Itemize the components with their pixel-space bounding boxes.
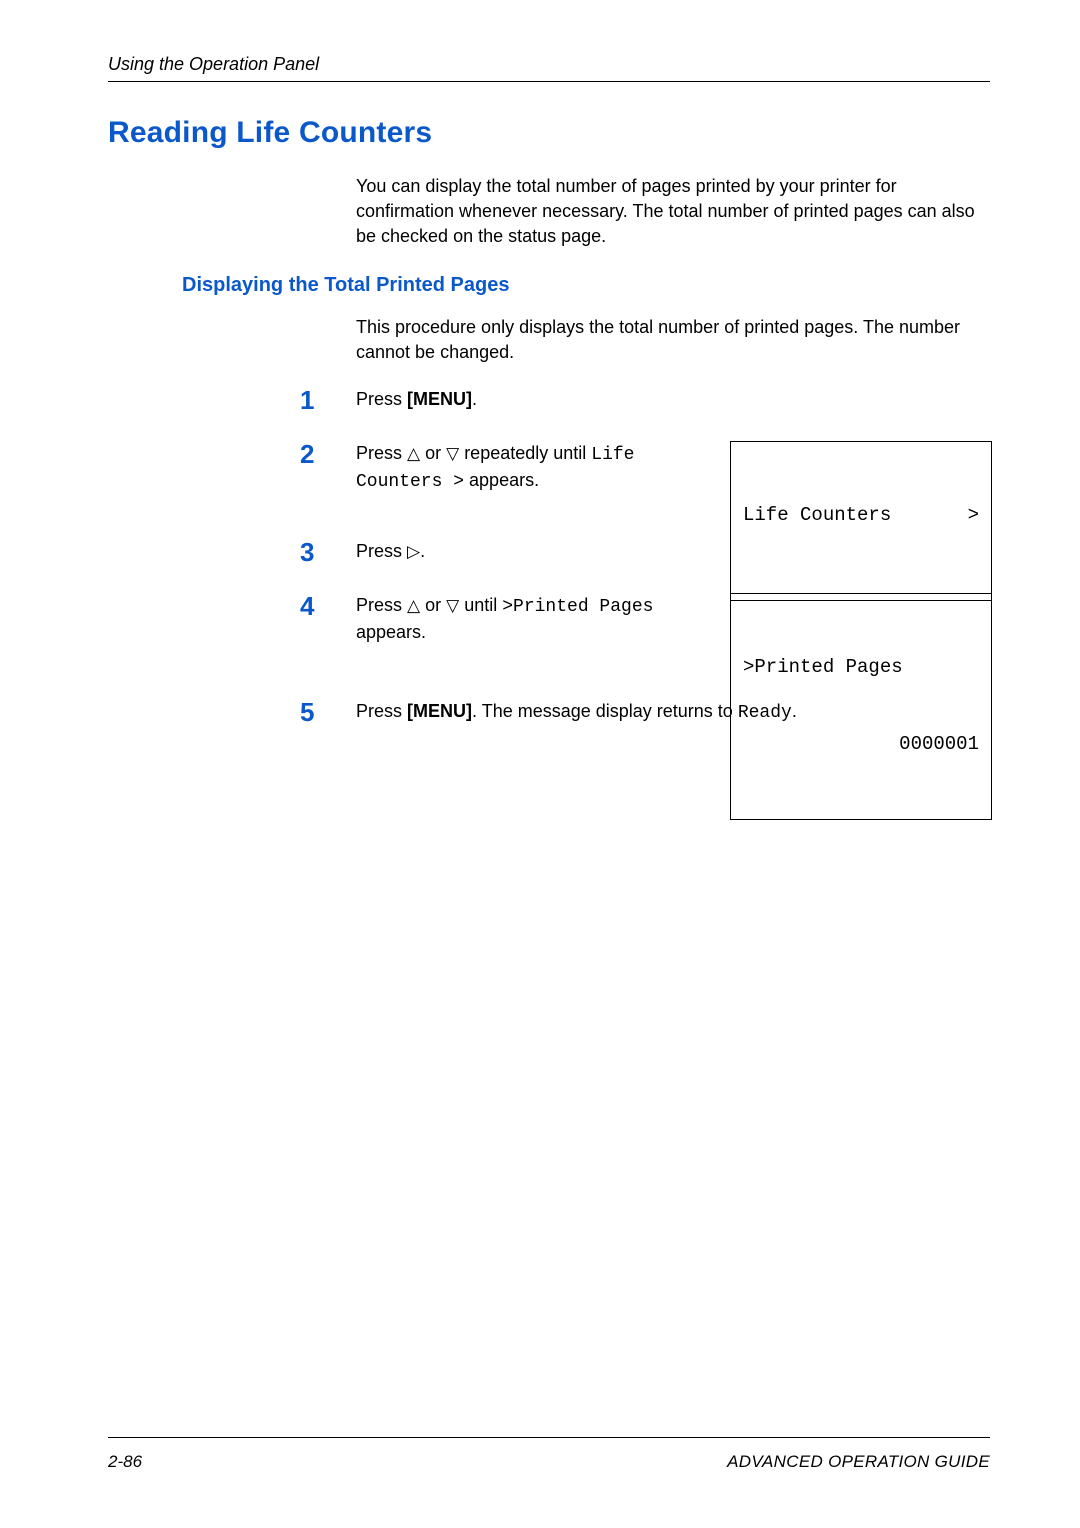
step-number: 2 xyxy=(300,441,356,467)
step-body: Press [MENU]. The message display return… xyxy=(356,699,990,726)
step-5: 5 Press [MENU]. The message display retu… xyxy=(300,699,990,726)
running-head: Using the Operation Panel xyxy=(108,54,990,75)
step-text: Press xyxy=(356,701,407,721)
step-1: 1 Press [MENU]. xyxy=(300,387,990,413)
lcd-line-1-right: > xyxy=(968,503,979,529)
page-container: Using the Operation Panel Reading Life C… xyxy=(0,0,1080,1528)
step-text: appears. xyxy=(464,470,539,490)
lcd-line-2: 0000001 xyxy=(743,732,979,758)
step-4: 4 Press △ or ▽ until >Printed Pages appe… xyxy=(300,593,990,671)
step-text: Press xyxy=(356,541,407,561)
step-text: until xyxy=(459,595,502,615)
step-text: or xyxy=(420,595,446,615)
sub-intro-paragraph: This procedure only displays the total n… xyxy=(356,315,990,365)
intro-paragraph: You can display the total number of page… xyxy=(356,174,990,248)
bottom-rule xyxy=(108,1437,990,1438)
step-number: 4 xyxy=(300,593,356,619)
step-text: . xyxy=(792,701,797,721)
step-text: or xyxy=(420,443,446,463)
lcd-text-inline: Ready xyxy=(738,703,792,723)
up-arrow-icon: △ xyxy=(407,442,420,465)
step-text: Press xyxy=(356,389,407,409)
step-text: Press xyxy=(356,443,407,463)
top-rule xyxy=(108,81,990,82)
step-body: Press △ or ▽ until >Printed Pages appear… xyxy=(356,593,990,645)
step-text: . The message display returns to xyxy=(472,701,738,721)
step-text: repeatedly until xyxy=(459,443,591,463)
up-arrow-icon: △ xyxy=(407,594,420,617)
step-2: 2 Press △ or ▽ repeatedly until Life Cou… xyxy=(300,441,990,511)
step-text: . xyxy=(472,389,477,409)
page-title: Reading Life Counters xyxy=(108,116,990,150)
step-text: . xyxy=(420,541,425,561)
step-number: 5 xyxy=(300,699,356,725)
section-subheading: Displaying the Total Printed Pages xyxy=(182,274,990,297)
steps-list: 1 Press [MENU]. 2 Press △ or ▽ repeatedl… xyxy=(300,387,990,726)
down-arrow-icon: ▽ xyxy=(446,442,459,465)
page-number: 2-86 xyxy=(108,1452,142,1472)
step-text: appears. xyxy=(356,622,426,642)
right-arrow-icon: ▷ xyxy=(407,540,420,563)
lcd-line-1: >Printed Pages xyxy=(743,655,979,681)
step-body: Press [MENU]. xyxy=(356,387,990,412)
lcd-line-1-left: Life Counters xyxy=(743,503,891,529)
down-arrow-icon: ▽ xyxy=(446,594,459,617)
step-body: Press ▷. xyxy=(356,539,990,564)
step-text: Press xyxy=(356,595,407,615)
lcd-display: Life Counters > xyxy=(730,441,992,601)
step-3: 3 Press ▷. xyxy=(300,539,990,565)
guide-label: ADVANCED OPERATION GUIDE xyxy=(727,1452,990,1472)
page-footer: 2-86 ADVANCED OPERATION GUIDE xyxy=(108,1452,990,1472)
step-body: Press △ or ▽ repeatedly until Life Count… xyxy=(356,441,990,495)
step-number: 1 xyxy=(300,387,356,413)
lcd-text-inline: >Printed Pages xyxy=(502,597,653,617)
menu-key-label: [MENU] xyxy=(407,701,472,721)
menu-key-label: [MENU] xyxy=(407,389,472,409)
step-number: 3 xyxy=(300,539,356,565)
